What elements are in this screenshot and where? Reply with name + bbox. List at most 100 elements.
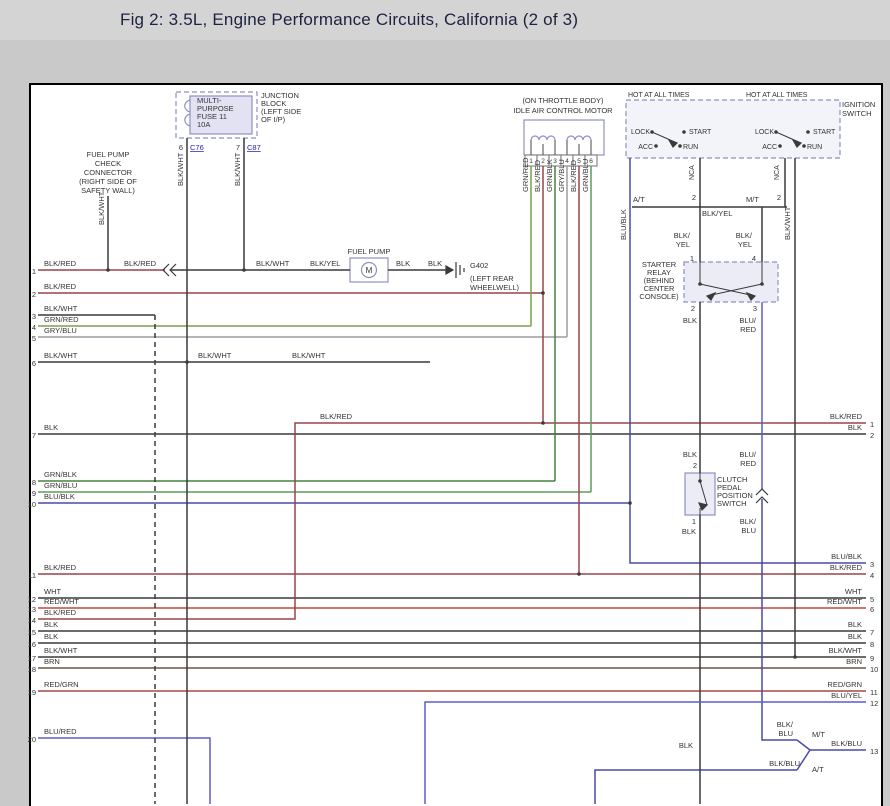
left-pin-number: 7 xyxy=(32,431,36,440)
diagram-label: START xyxy=(813,129,836,136)
diagram-label: BLU xyxy=(741,526,756,535)
diagram-label: BLK/ xyxy=(740,517,757,526)
left-pin-number: 19 xyxy=(28,688,36,697)
diagram-label: CONNECTOR xyxy=(84,168,133,177)
diagram-label: CHECK xyxy=(95,159,121,168)
diagram-label: (LEFT REAR xyxy=(470,274,514,283)
left-wire-label: BLK/WHT xyxy=(44,646,78,655)
junction-dot xyxy=(698,282,702,286)
left-pin-number: 17 xyxy=(28,654,36,663)
left-pin-number: 15 xyxy=(28,628,36,637)
diagram-label: START xyxy=(689,129,712,136)
left-wire-label: GRY/BLU xyxy=(44,326,77,335)
junction-dot xyxy=(541,421,545,425)
left-pin-number: 9 xyxy=(32,489,36,498)
diagram-label: (RIGHT SIDE OF xyxy=(79,177,137,186)
diagram-label: BLK/WHT xyxy=(198,351,232,360)
right-wire-label: BLK xyxy=(848,423,862,432)
diagram-label: ACC xyxy=(638,144,653,151)
diagram-label: BLK xyxy=(682,527,696,536)
right-pin-number: 6 xyxy=(870,605,874,614)
left-wire-label: BLK/WHT xyxy=(44,304,78,313)
diagram-label: RUN xyxy=(683,144,698,151)
right-pin-number: 13 xyxy=(870,747,878,756)
right-pin-number: 2 xyxy=(870,431,874,440)
right-pin-number: 1 xyxy=(870,420,874,429)
figure-header: Fig 2: 3.5L, Engine Performance Circuits… xyxy=(0,0,890,40)
diagram-label: 3 xyxy=(753,304,757,313)
right-pin-number: 9 xyxy=(870,654,874,663)
diagram-label: 2 xyxy=(691,304,695,313)
right-wire-label: BLK/BLU xyxy=(831,739,862,748)
right-pin-number: 8 xyxy=(870,640,874,649)
diagram-label: WHEELWELL) xyxy=(470,283,520,292)
diagram-label: BLK xyxy=(679,741,693,750)
right-pin-number: 7 xyxy=(870,628,874,637)
diagram-label: BLK xyxy=(396,259,410,268)
diagram-label: RED xyxy=(740,459,756,468)
junction-dot xyxy=(793,655,797,659)
diagram-label: BLK/ xyxy=(736,231,753,240)
diagram-label: A/T xyxy=(812,765,824,774)
junction-dot xyxy=(682,130,686,134)
left-pin-number: 18 xyxy=(28,665,36,674)
diagram-label: 1 xyxy=(690,254,694,263)
left-pin-number: 1 xyxy=(32,267,36,276)
diagram-label: 2 xyxy=(692,193,696,202)
left-wire-label: RED/GRN xyxy=(44,680,79,689)
left-wire-label: BLK xyxy=(44,620,58,629)
left-wire-label: GRN/BLK xyxy=(44,470,77,479)
left-pin-number: 14 xyxy=(28,616,36,625)
diagram-label: SWITCH xyxy=(842,109,872,118)
left-wire-label: GRN/RED xyxy=(44,315,79,324)
left-pin-number: 20 xyxy=(28,735,36,744)
connector-link-c87[interactable]: C87 xyxy=(247,143,261,152)
diagram-label: 10A xyxy=(197,120,210,129)
diagram-label: 1 xyxy=(692,517,696,526)
junction-dot xyxy=(577,572,581,576)
diagram-label: HOT AT ALL TIMES xyxy=(746,92,808,99)
left-wire-label: BLK xyxy=(44,632,58,641)
connector-link-c76[interactable]: C76 xyxy=(190,143,204,152)
right-wire-label: BLK/RED xyxy=(830,563,863,572)
diagram-label: G402 xyxy=(470,261,488,270)
junction-dot xyxy=(802,144,806,148)
left-pin-number: 11 xyxy=(28,571,36,580)
left-wire-label: RED/WHT xyxy=(44,597,79,606)
diagram-label: (ON THROTTLE BODY) xyxy=(522,96,604,105)
wiring-diagram: MULTI-PURPOSEFUSE 1110AJUNCTIONBLOCK(LEF… xyxy=(0,0,890,806)
diagram-sheet xyxy=(30,84,882,806)
junction-dot xyxy=(242,268,246,272)
diagram-label: YEL xyxy=(738,240,752,249)
right-pin-number: 11 xyxy=(870,688,878,697)
diagram-label: M xyxy=(366,266,373,275)
right-wire-label: BLK/RED xyxy=(830,412,863,421)
diagram-label: OF I/P) xyxy=(261,115,286,124)
left-wire-label: BLK/RED xyxy=(44,282,77,291)
left-pin-number: 2 xyxy=(32,290,36,299)
diagram-label: 2 xyxy=(777,193,781,202)
left-wire-label: BLK/WHT xyxy=(44,351,78,360)
left-pin-number: 8 xyxy=(32,478,36,487)
diagram-label: GRY/BLU xyxy=(557,159,566,192)
diagram-label: IGNITION xyxy=(842,100,875,109)
diagram-label: BLU xyxy=(778,729,793,738)
junction-dot xyxy=(778,144,782,148)
diagram-label: IDLE AIR CONTROL MOTOR xyxy=(513,106,613,115)
junction-dot xyxy=(774,130,778,134)
left-pin-number: 12 xyxy=(28,595,36,604)
diagram-label: BLK xyxy=(683,450,697,459)
left-wire-label: BLU/BLK xyxy=(44,492,75,501)
junction-dot xyxy=(806,130,810,134)
left-wire-label: BLK/RED xyxy=(44,608,77,617)
diagram-label: BLK xyxy=(683,316,697,325)
diagram-label: YEL xyxy=(676,240,690,249)
diagram-label: FUEL PUMP xyxy=(348,247,391,256)
diagram-label: NCA xyxy=(774,165,781,180)
right-wire-label: BLU/BLK xyxy=(831,552,862,561)
diagram-label: BLK/RED xyxy=(533,159,542,192)
diagram-label: BLU/ xyxy=(739,316,757,325)
diagram-label: BLK/WHT xyxy=(292,351,326,360)
junction-dot xyxy=(654,144,658,148)
left-pin-number: 10 xyxy=(28,500,36,509)
